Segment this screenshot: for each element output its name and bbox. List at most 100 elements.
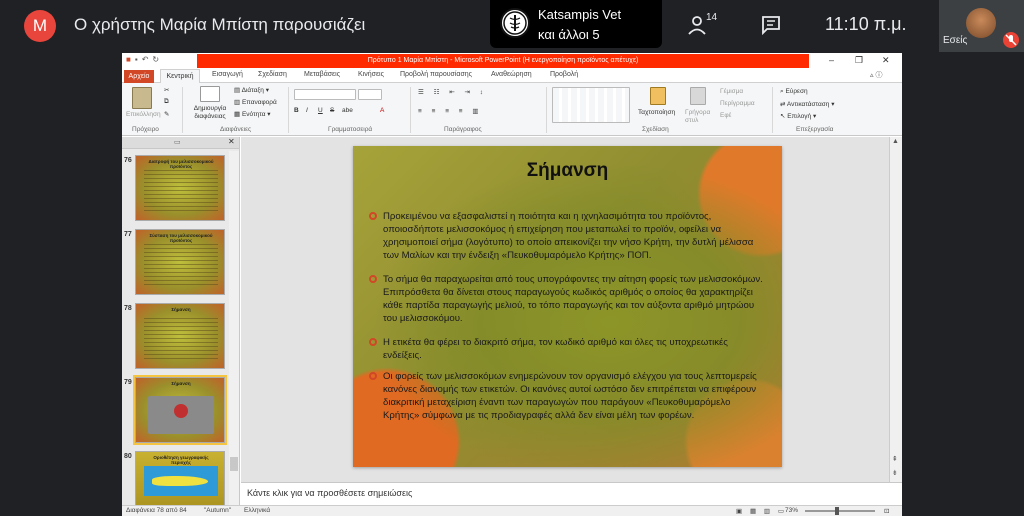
tab-transitions[interactable]: Μεταβάσεις [304, 71, 340, 78]
section-button[interactable]: ▦ Ενότητα ▾ [234, 110, 271, 118]
clock: 11:10 π.μ. [825, 14, 907, 34]
slide-bullet[interactable]: Προκειμένου να εξασφαλιστεί η ποιότητα κ… [369, 210, 767, 262]
help-icon[interactable]: ▵ ⓘ [870, 70, 882, 80]
current-slide[interactable]: Σήμανση Προκειμένου να εξασφαλιστεί η πο… [353, 146, 782, 467]
slide-thumbnail[interactable]: Διατροφή του μελισσοκομικού προϊόντος [135, 155, 225, 221]
slide-thumbnail[interactable]: Οριοθέτηση γεωγραφικής περιοχής [135, 451, 225, 505]
group-label-editing: Επεξεργασία [796, 126, 834, 133]
format-painter-icon[interactable]: ✎ [164, 110, 169, 118]
arrange-icon[interactable] [650, 87, 666, 105]
find-label: Εύρεση [785, 88, 808, 95]
notes-placeholder[interactable]: Κάντε κλικ για να προσθέσετε σημειώσεις [247, 488, 412, 498]
slide-thumbnail[interactable]: Σήμανση [135, 303, 225, 369]
font-size-select[interactable] [358, 89, 382, 100]
save-icon[interactable]: ▪ [135, 55, 142, 64]
close-pane-icon[interactable]: ✕ [228, 137, 235, 146]
slide-thumbnail-pane[interactable]: ▭ ✕ 76 Διατροφή του μελισσοκομικού προϊό… [122, 137, 240, 505]
redo-icon[interactable]: ↻ [152, 55, 163, 64]
font-name-select[interactable] [294, 89, 356, 100]
participants-count: 14 [706, 12, 718, 23]
active-speaker-chip[interactable]: Katsampis Vet και άλλοι 5 [490, 0, 662, 48]
tab-insert[interactable]: Εισαγωγή [212, 71, 243, 78]
bold-button[interactable]: B [294, 107, 299, 114]
restore-icon[interactable]: ❐ [855, 55, 863, 66]
reset-button[interactable]: ▥ Επαναφορά [234, 98, 277, 106]
presenting-title: Ο χρήστης Μαρία Μπίστη παρουσιάζει [74, 15, 366, 34]
zoom-slider[interactable] [805, 507, 875, 515]
zoom-slider-thumb[interactable] [835, 507, 839, 515]
zoom-level[interactable]: 73% [785, 507, 798, 514]
tab-animations[interactable]: Κινήσεις [358, 71, 384, 78]
new-slide-icon[interactable] [200, 86, 220, 102]
shapes-gallery[interactable] [552, 87, 630, 123]
notes-pane[interactable]: Κάντε κλικ για να προσθέσετε σημειώσεις [241, 482, 902, 505]
tab-home[interactable]: Κεντρική [160, 69, 200, 84]
reset-icon: ▥ [234, 99, 241, 106]
shape-effects-button[interactable]: Εφέ [720, 112, 731, 119]
slide-bullet[interactable]: Η ετικέτα θα φέρει το διακριτό σήμα, τον… [369, 336, 767, 362]
section-icon: ▦ [234, 111, 241, 118]
bullet-ring-icon [369, 338, 377, 346]
paste-button[interactable]: Επικόλληση [126, 111, 161, 118]
find-button[interactable]: ⌕ Εύρεση [780, 88, 808, 96]
thumbnail-scrollbar[interactable] [229, 151, 239, 505]
thumbnail-text-lines [144, 318, 218, 362]
shape-outline-button[interactable]: Περίγραμμα [720, 100, 755, 107]
shadow-button[interactable]: abe [342, 107, 353, 114]
slide-thumbnail-selected[interactable]: Σήμανση [133, 375, 227, 445]
tab-review[interactable]: Αναθεώρηση [491, 71, 532, 78]
italic-button[interactable]: I [306, 107, 308, 114]
bullet-text: Προκειμένου να εξασφαλιστεί η ποιότητα κ… [383, 211, 754, 261]
copy-icon[interactable]: ⧉ [164, 98, 169, 106]
powerpoint-window: ■▪↶↻ Πρότυπο 1 Μαρία Μπίστη - Microsoft … [122, 53, 902, 516]
fit-to-window-icon[interactable]: ⊡ [884, 507, 889, 515]
scroll-up-icon[interactable]: ▲ [892, 138, 899, 145]
undo-icon[interactable]: ↶ [142, 55, 153, 64]
slide-title[interactable]: Σήμανση [353, 160, 782, 182]
thumbnail-map-image [144, 466, 218, 496]
presenter-avatar: M [24, 10, 56, 42]
tab-slide-show[interactable]: Προβολή παρουσίασης [400, 71, 472, 78]
quick-access-toolbar[interactable]: ■▪↶↻ [126, 55, 163, 64]
bullet-text: Η ετικέτα θα φέρει το διακριτό σήμα, τον… [383, 337, 728, 361]
view-buttons[interactable]: ▣ ▦ ▥ ▭ [736, 507, 787, 515]
previous-slide-icon[interactable]: ⇞ [892, 455, 898, 463]
shape-fill-button[interactable]: Γέμισμα [720, 88, 743, 95]
group-separator [288, 87, 289, 133]
tab-design[interactable]: Σχεδίαση [258, 71, 287, 78]
cut-icon[interactable]: ✂ [164, 86, 169, 94]
self-video-tile[interactable]: Εσείς [939, 0, 1024, 52]
new-slide-button[interactable]: Δημιουργία διαφάνειας [188, 105, 232, 121]
thumbnail-number: 80 [124, 453, 132, 460]
slide-vertical-scrollbar[interactable]: ▲ ⇞ ⇟ [889, 137, 902, 482]
slide-bullet[interactable]: Το σήμα θα παραχωρείται από τους υπογράφ… [369, 273, 767, 325]
layout-button[interactable]: ▤ Διάταξη ▾ [234, 86, 269, 94]
arrange-button[interactable]: Ταχτοποίηση [638, 109, 675, 116]
close-icon[interactable]: ✕ [882, 55, 890, 66]
minimize-icon[interactable]: – [829, 55, 834, 65]
quick-styles-button[interactable]: Γρήγορα στυλ [685, 109, 713, 125]
tab-file[interactable]: Αρχείο [124, 70, 154, 83]
self-label: Εσείς [943, 35, 968, 46]
scrollbar-thumb[interactable] [230, 457, 238, 471]
slide-bullet[interactable]: Οι φορείς των μελισσοκόμων ενημερώνουν τ… [369, 370, 767, 422]
caduceus-logo-icon [503, 11, 527, 35]
list-buttons[interactable]: ☰ ☷ ⇤ ⇥ ↕ [418, 88, 487, 96]
underline-button[interactable]: U [318, 107, 323, 114]
align-buttons[interactable]: ≡ ≡ ≡ ≡ ▥ [418, 107, 483, 115]
strikethrough-button[interactable]: S [330, 107, 334, 114]
slide-thumbnail[interactable]: Σύσταση του μελισσοκομικού προϊόντος [135, 229, 225, 295]
next-slide-icon[interactable]: ⇟ [892, 469, 898, 477]
outline-tab-icon[interactable]: ▭ [174, 138, 181, 146]
tab-view[interactable]: Προβολή [550, 71, 578, 78]
paste-icon[interactable] [132, 87, 152, 109]
replace-button[interactable]: ⇄ Αντικατάσταση ▾ [780, 100, 835, 108]
find-icon: ⌕ [780, 88, 784, 95]
font-color-button[interactable]: A [380, 107, 384, 114]
chat-icon[interactable] [760, 14, 782, 36]
quick-styles-icon[interactable] [690, 87, 706, 105]
language-indicator[interactable]: Ελληνικά [244, 507, 270, 514]
group-separator [410, 87, 411, 133]
select-button[interactable]: ↖ Επιλογή ▾ [780, 112, 816, 120]
thumbnail-pane-tabs[interactable]: ▭ ✕ [122, 137, 239, 149]
